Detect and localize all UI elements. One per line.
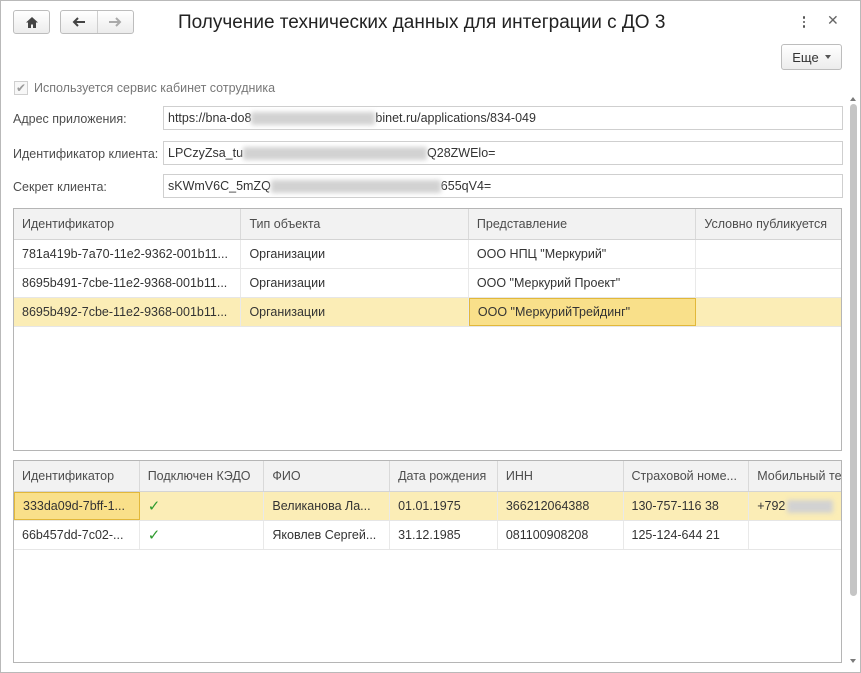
column-header[interactable]: ФИО bbox=[264, 461, 391, 491]
cell-fio[interactable]: Яковлев Сергей... bbox=[264, 521, 391, 549]
more-actions-icon[interactable] bbox=[798, 13, 810, 31]
cell-published[interactable] bbox=[696, 240, 841, 268]
cell-name[interactable]: ООО НПЦ "Меркурий" bbox=[469, 240, 697, 268]
column-header[interactable]: Подключен КЭДО bbox=[140, 461, 265, 491]
app-address-input[interactable]: https://bna-do8 binet.ru/applications/83… bbox=[163, 106, 843, 130]
scrollbar-thumb[interactable] bbox=[850, 104, 857, 596]
redacted-blur bbox=[243, 146, 428, 160]
cell-type[interactable]: Организации bbox=[241, 269, 469, 297]
back-button[interactable] bbox=[61, 11, 97, 33]
client-secret-label: Секрет клиента: bbox=[13, 180, 107, 194]
more-button-label: Еще bbox=[792, 49, 819, 65]
table-row[interactable]: 781a419b-7a70-11e2-9362-001b11... Органи… bbox=[14, 240, 841, 269]
employee-cabinet-checkbox-row[interactable]: ✔ Используется сервис кабинет сотрудника bbox=[14, 81, 275, 95]
cell-birth-date[interactable]: 01.01.1975 bbox=[390, 492, 498, 520]
home-icon bbox=[25, 16, 38, 28]
cell-name-current[interactable]: ООО "МеркурийТрейдинг" bbox=[468, 298, 697, 326]
cell-id[interactable]: 781a419b-7a70-11e2-9362-001b11... bbox=[14, 240, 242, 268]
employee-cabinet-checkbox[interactable]: ✔ bbox=[14, 81, 28, 95]
table-row-selected[interactable]: 8695b492-7cbe-11e2-9368-001b11... Органи… bbox=[14, 298, 841, 327]
redacted-blur bbox=[270, 179, 441, 193]
scroll-up-icon[interactable] bbox=[850, 97, 856, 101]
vertical-scrollbar[interactable] bbox=[849, 97, 858, 663]
cell-inn[interactable]: 081100908208 bbox=[498, 521, 624, 549]
column-header[interactable]: Представление bbox=[469, 209, 697, 239]
client-id-value-start: LPCzyZsa_tu bbox=[168, 146, 244, 160]
redacted-blur bbox=[251, 111, 376, 125]
cell-phone[interactable] bbox=[749, 521, 841, 549]
arrow-left-icon bbox=[72, 17, 85, 27]
history-nav bbox=[60, 10, 134, 34]
objects-table[interactable]: Идентификатор Тип объекта Представление … bbox=[13, 208, 842, 451]
cell-id[interactable]: 8695b492-7cbe-11e2-9368-001b11... bbox=[14, 298, 242, 326]
home-button[interactable] bbox=[13, 10, 50, 34]
chevron-down-icon bbox=[824, 55, 831, 59]
column-header[interactable]: Идентификатор bbox=[14, 461, 140, 491]
app-address-label: Адрес приложения: bbox=[13, 112, 127, 126]
employee-cabinet-checkbox-label: Используется сервис кабинет сотрудника bbox=[34, 81, 276, 95]
cell-id[interactable]: 8695b491-7cbe-11e2-9368-001b11... bbox=[14, 269, 242, 297]
client-id-label: Идентификатор клиента: bbox=[13, 147, 159, 161]
cell-inn[interactable]: 366212064388 bbox=[498, 492, 624, 520]
window-title: Получение технических данных для интегра… bbox=[178, 12, 666, 33]
dialog-window: Получение технических данных для интегра… bbox=[0, 0, 861, 673]
app-address-value-end: binet.ru/applications/834-049 bbox=[375, 111, 536, 125]
column-header[interactable]: Мобильный те bbox=[749, 461, 841, 491]
checkmark-icon: ✓ bbox=[147, 527, 161, 544]
table-row-selected[interactable]: 333da09d-7bff-1... ✓ Великанова Ла... 01… bbox=[14, 492, 841, 521]
checkmark-icon: ✓ bbox=[147, 498, 161, 515]
more-button[interactable]: Еще bbox=[781, 44, 842, 70]
client-secret-input[interactable]: sKWmV6C_5mZQ 655qV4= bbox=[163, 174, 843, 198]
cell-id-current[interactable]: 333da09d-7bff-1... bbox=[14, 492, 140, 520]
employees-table-header: Идентификатор Подключен КЭДО ФИО Дата ро… bbox=[14, 461, 841, 492]
client-secret-value-end: 655qV4= bbox=[440, 179, 492, 193]
phone-value: +792 bbox=[757, 499, 786, 513]
cell-published[interactable] bbox=[696, 298, 841, 326]
column-header[interactable]: Условно публикуется bbox=[696, 209, 841, 239]
cell-published[interactable] bbox=[696, 269, 841, 297]
column-header[interactable]: Тип объекта bbox=[241, 209, 469, 239]
column-header[interactable]: ИНН bbox=[498, 461, 624, 491]
cell-kedo[interactable]: ✓ bbox=[140, 521, 265, 549]
cell-birth-date[interactable]: 31.12.1985 bbox=[390, 521, 498, 549]
client-id-input[interactable]: LPCzyZsa_tu Q28ZWElo= bbox=[163, 141, 843, 165]
cell-type[interactable]: Организации bbox=[241, 240, 469, 268]
client-secret-value-start: sKWmV6C_5mZQ bbox=[168, 179, 271, 193]
cell-phone[interactable]: +792 bbox=[749, 492, 841, 520]
cell-snils[interactable]: 125-124-644 21 bbox=[624, 521, 750, 549]
cell-name[interactable]: ООО "Меркурий Проект" bbox=[469, 269, 697, 297]
arrow-right-icon bbox=[109, 17, 122, 27]
employees-table[interactable]: Идентификатор Подключен КЭДО ФИО Дата ро… bbox=[13, 460, 842, 663]
column-header[interactable]: Дата рождения bbox=[390, 461, 498, 491]
cell-type[interactable]: Организации bbox=[241, 298, 469, 326]
cell-id[interactable]: 66b457dd-7c02-... bbox=[14, 521, 140, 549]
redacted-blur bbox=[787, 499, 833, 513]
table-row[interactable]: 66b457dd-7c02-... ✓ Яковлев Сергей... 31… bbox=[14, 521, 841, 550]
close-icon[interactable]: ✕ bbox=[827, 12, 839, 29]
cell-snils[interactable]: 130-757-116 38 bbox=[624, 492, 750, 520]
objects-table-header: Идентификатор Тип объекта Представление … bbox=[14, 209, 841, 240]
client-id-value-end: Q28ZWElo= bbox=[427, 146, 496, 160]
cell-kedo[interactable]: ✓ bbox=[140, 492, 265, 520]
app-address-value-start: https://bna-do8 bbox=[168, 111, 252, 125]
column-header[interactable]: Страховой номе... bbox=[624, 461, 750, 491]
column-header[interactable]: Идентификатор bbox=[14, 209, 242, 239]
table-row[interactable]: 8695b491-7cbe-11e2-9368-001b11... Органи… bbox=[14, 269, 841, 298]
forward-button[interactable] bbox=[96, 11, 134, 33]
cell-fio[interactable]: Великанова Ла... bbox=[264, 492, 391, 520]
scroll-down-icon[interactable] bbox=[850, 659, 856, 663]
